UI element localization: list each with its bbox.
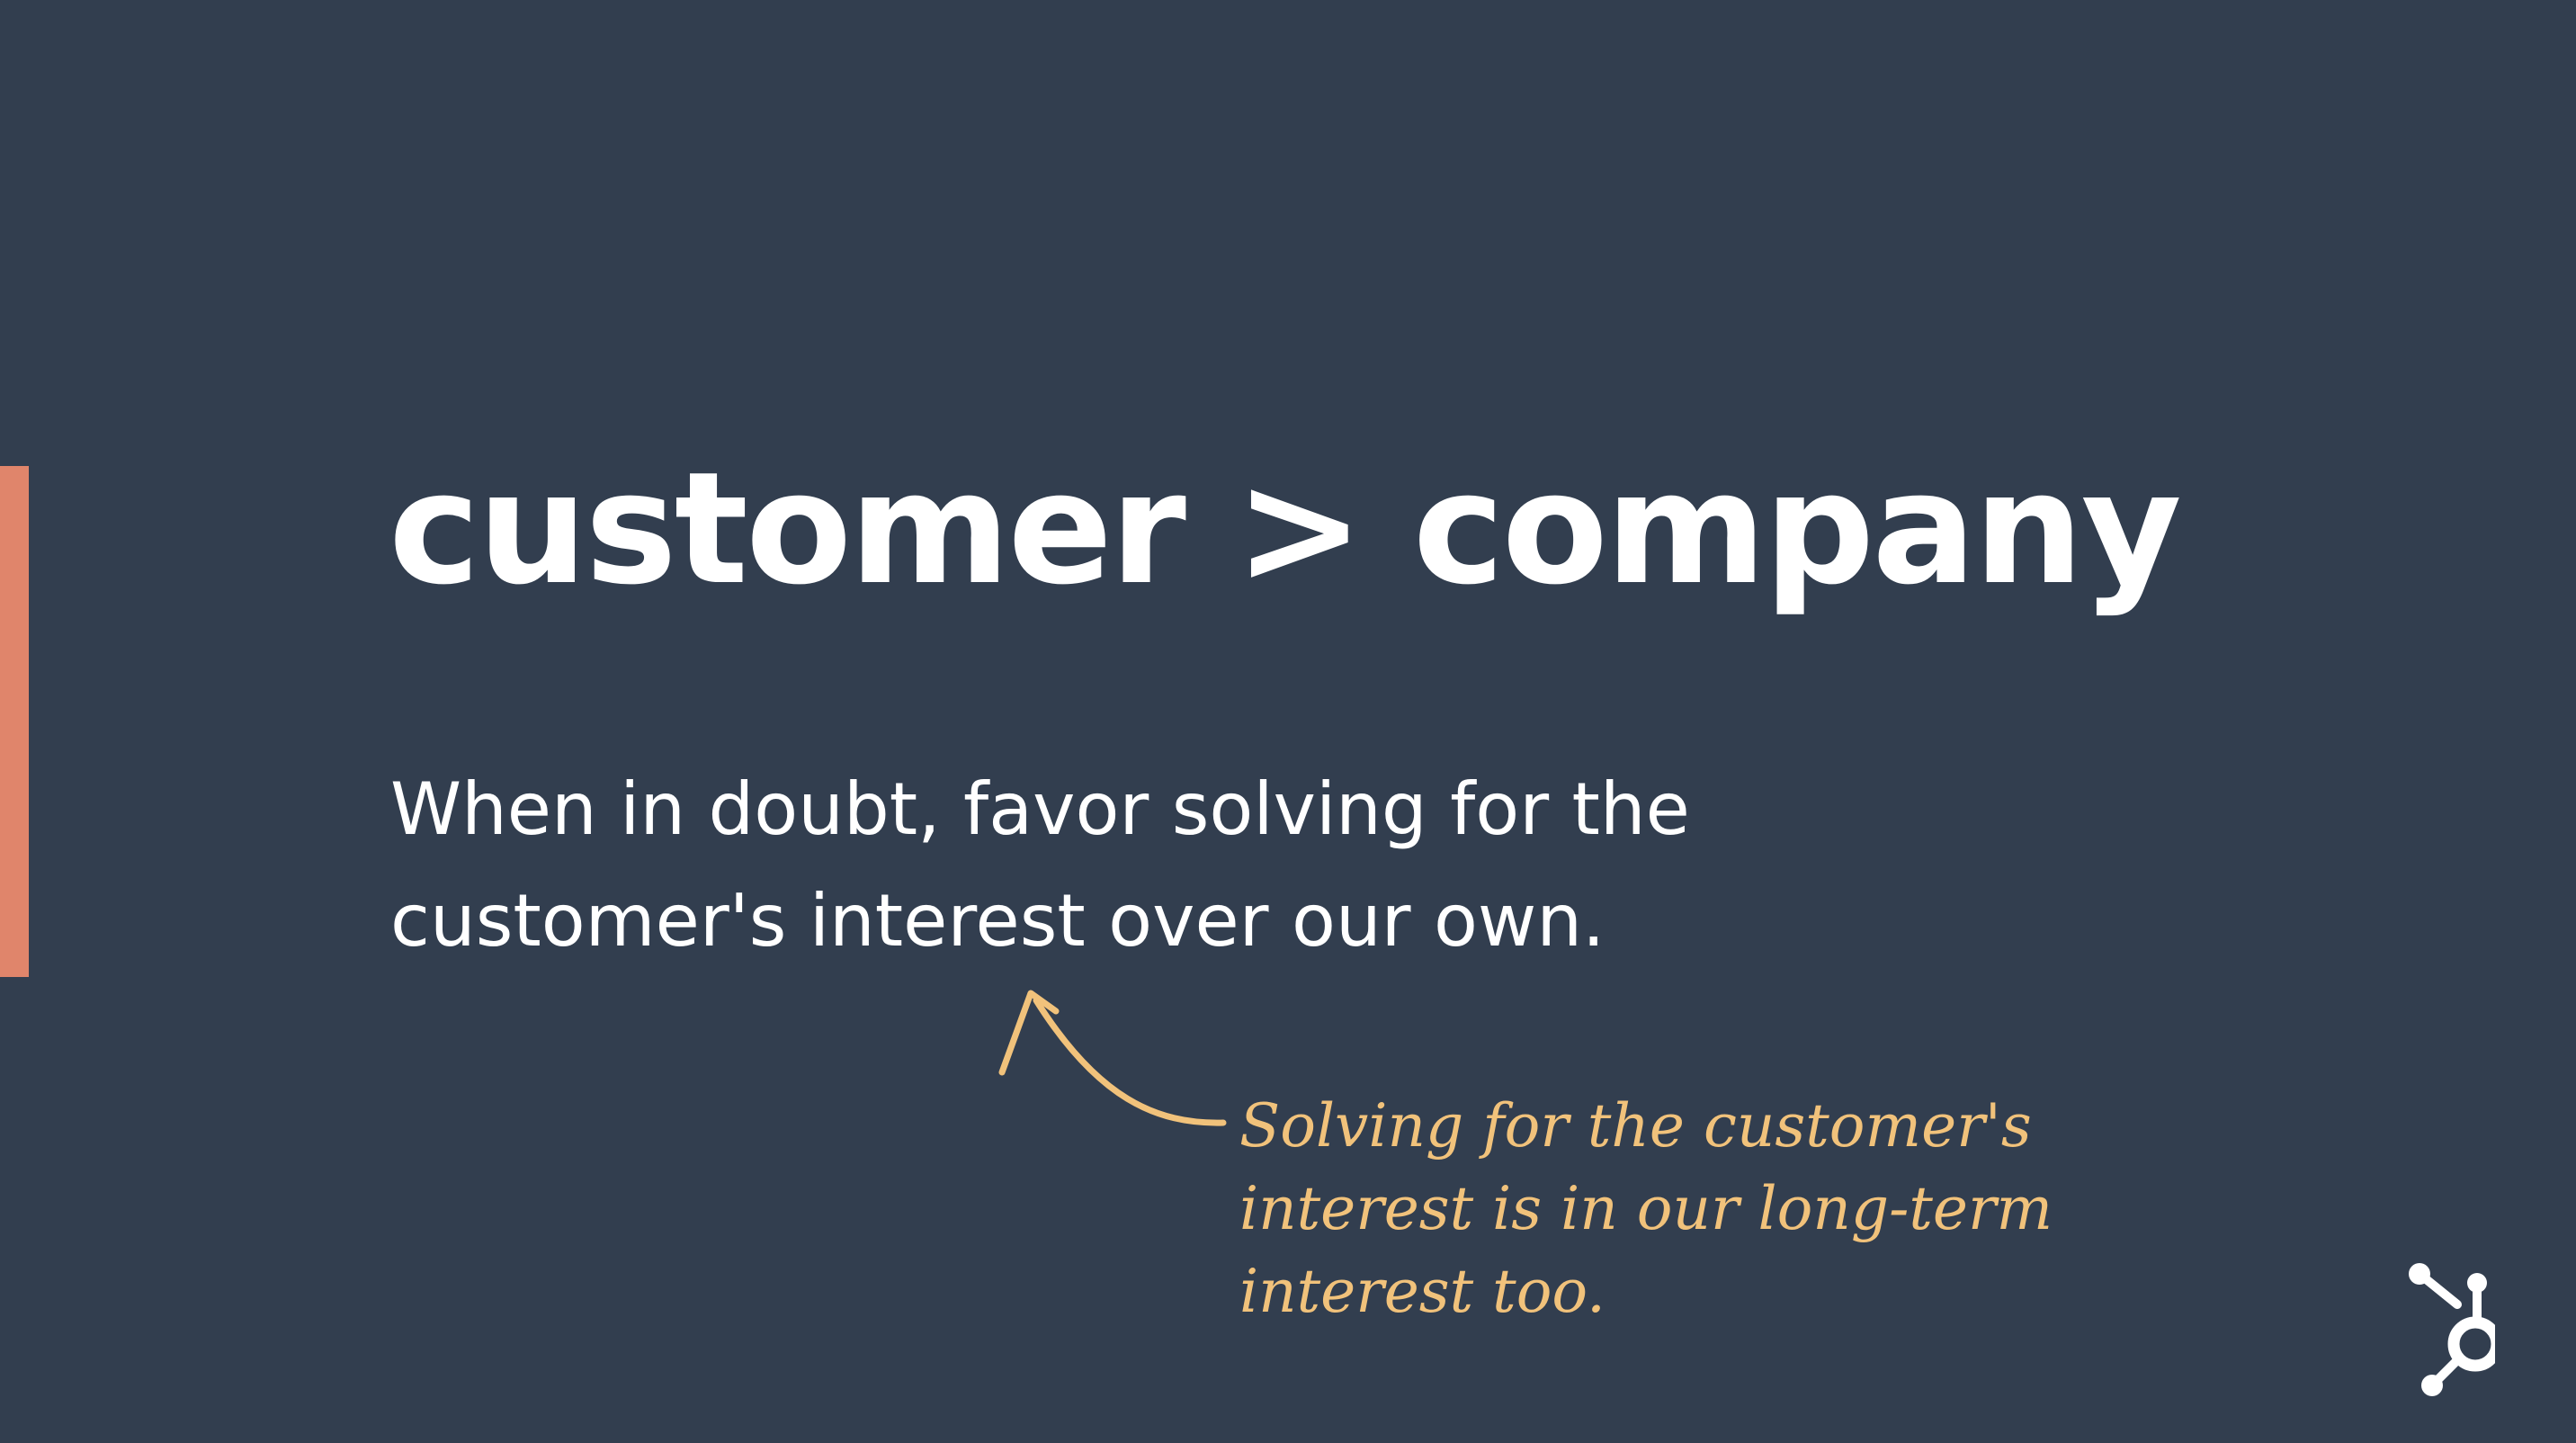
slide-body: When in doubt, favor solving for the cus… (390, 754, 1829, 977)
annotation-line-1: Solving for the customer's (1239, 1091, 2032, 1161)
body-line-1: When in doubt, favor solving for the (390, 767, 1690, 851)
slide-title: customer > company (389, 438, 2182, 619)
annotation: Solving for the customer's interest is i… (1239, 1085, 2053, 1333)
body-line-2: customer's interest over our own. (390, 879, 1606, 963)
curved-arrow-icon (998, 990, 1227, 1126)
hubspot-sprocket-icon (2409, 1263, 2495, 1396)
annotation-line-2: interest is in our long-term (1239, 1174, 2053, 1243)
annotation-line-3: interest too. (1239, 1257, 1606, 1326)
accent-bar (0, 466, 29, 977)
